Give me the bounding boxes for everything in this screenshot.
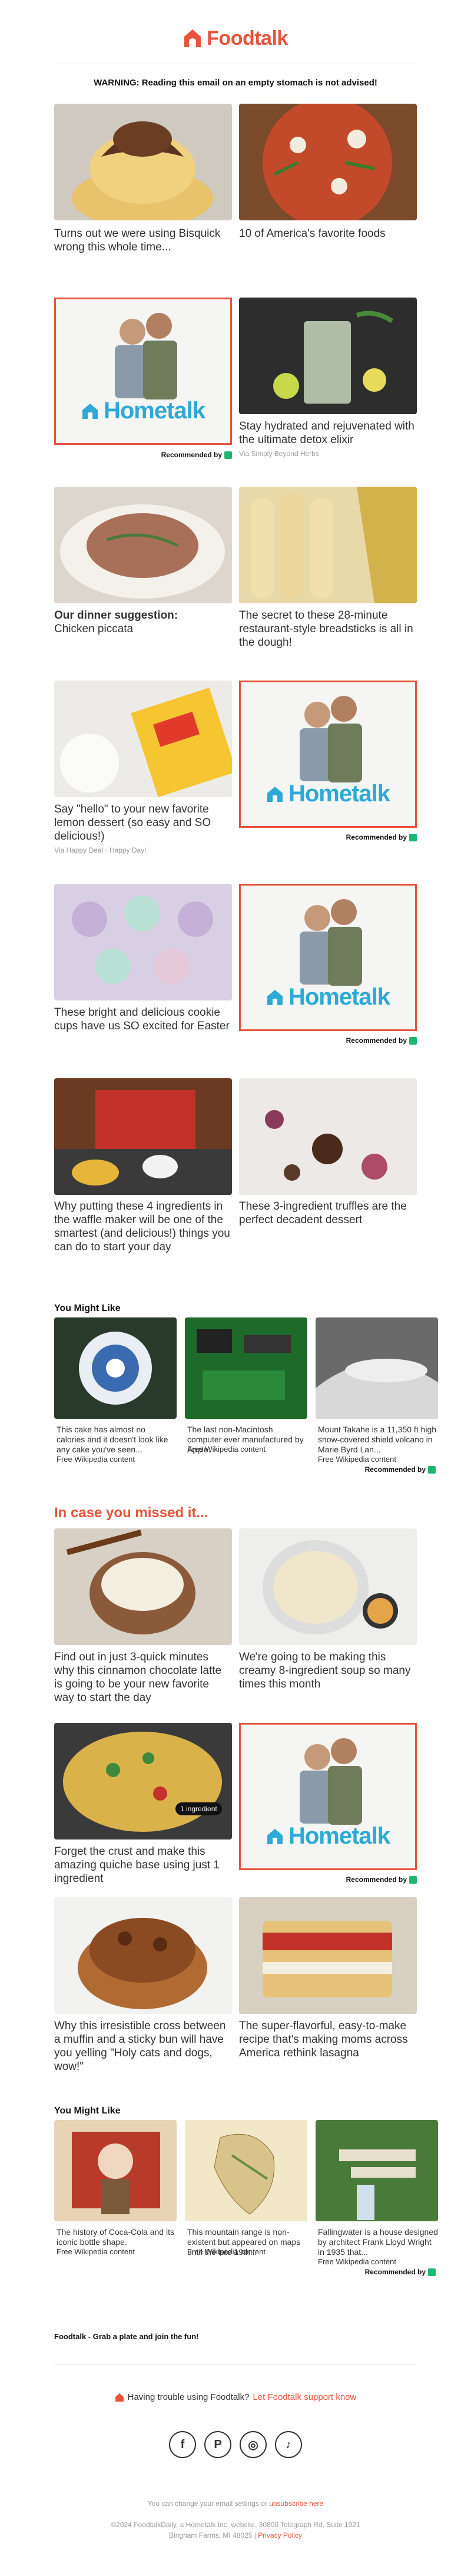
wiki-source: Free Wikipedia content [187, 2247, 266, 2256]
chicken-piccata-image[interactable] [54, 487, 232, 603]
revcontent-icon [409, 1036, 417, 1045]
unsubscribe-link[interactable]: unsubscribe here [269, 2499, 323, 2508]
card-caption[interactable]: Turns out we were using Bisquick wrong t… [54, 227, 231, 254]
hometalk-ad[interactable]: Hometalk [239, 884, 417, 1031]
privacy-link[interactable]: Privacy Policy [258, 2531, 302, 2539]
breadsticks-image[interactable] [239, 487, 417, 603]
warning-text: WARNING: Reading this email on an empty … [94, 78, 377, 88]
instagram-icon[interactable]: ◎ [240, 2431, 267, 2458]
hometalk-logo: Hometalk [241, 781, 415, 807]
waffle-ingredients-image[interactable] [54, 1078, 232, 1195]
house-icon [267, 786, 283, 802]
foodtalk-small-icon [115, 2393, 124, 2402]
muffin-bun-image[interactable] [54, 1897, 232, 2014]
latte-image[interactable] [54, 1528, 232, 1645]
hometalk-logo: Hometalk [241, 984, 415, 1010]
foodtalk-logo[interactable]: Foodtalk [0, 24, 471, 53]
card-caption[interactable]: We're going to be making this creamy 8-i… [239, 1650, 416, 1691]
recommended-by[interactable]: Recommended by [239, 833, 417, 841]
facebook-icon[interactable]: f [169, 2431, 196, 2458]
card-caption[interactable]: 10 of America's favorite foods [239, 227, 416, 240]
pizza-image[interactable] [239, 104, 417, 220]
soup-image[interactable] [239, 1528, 417, 1645]
house-icon [267, 1828, 283, 1844]
house-icon [267, 989, 283, 1005]
ingredient-badge: 1 ingredient [175, 1802, 222, 1815]
legal-line-2: Bingham Farms, MI 48025 | Privacy Policy [169, 2531, 302, 2539]
wiki-map-image[interactable] [185, 2120, 307, 2221]
wiki-source: Free Wikipedia content [318, 2257, 396, 2266]
card-caption[interactable]: The super-flavorful, easy-to-make recipe… [239, 2019, 416, 2060]
wiki-source: Free Wikipedia content [57, 1455, 135, 1464]
source-label: Via Happy Deal - Happy Day! [54, 846, 147, 854]
tagline: Foodtalk - Grab a plate and join the fun… [54, 2332, 199, 2341]
recommended-by[interactable]: Recommended by [54, 451, 232, 459]
bisquick-image[interactable] [54, 104, 232, 220]
legal-line: ©2024 FoodtalkDaily, a Hometalk Inc. web… [111, 2521, 360, 2529]
wiki-fallingwater-image[interactable] [316, 2120, 438, 2221]
wiki-coca-cola-image[interactable] [54, 2120, 177, 2221]
truffles-image[interactable] [239, 1078, 417, 1195]
wiki-computer-image[interactable] [185, 1317, 307, 1419]
house-logo-icon [184, 29, 201, 47]
revcontent-icon [409, 833, 417, 841]
detox-drink-image[interactable] [239, 298, 417, 414]
house-icon [82, 403, 98, 419]
brand-name: Foodtalk [207, 27, 288, 49]
recommended-by[interactable]: Recommended by [318, 2268, 436, 2276]
revcontent-icon [409, 1875, 417, 1884]
wiki-caption[interactable]: The history of Coca-Cola and its iconic … [57, 2227, 174, 2247]
hometalk-ad[interactable]: Hometalk [239, 681, 417, 828]
card-caption[interactable]: Why this irresistible cross between a mu… [54, 2019, 231, 2073]
support-link[interactable]: Let Foodtalk support know [253, 2392, 356, 2402]
wiki-source: Free Wikipedia content [187, 1445, 266, 1454]
card-caption[interactable]: The secret to these 28-minute restaurant… [239, 609, 416, 649]
social-links: f P ◎ ♪ [0, 2431, 471, 2458]
wiki-volcano-image[interactable] [316, 1317, 438, 1419]
card-caption[interactable]: Forget the crust and make this amazing q… [54, 1845, 231, 1885]
wiki-source: Free Wikipedia content [57, 2247, 135, 2256]
card-caption[interactable]: These 3-ingredient truffles are the perf… [239, 1200, 416, 1227]
hometalk-logo: Hometalk [56, 398, 230, 424]
card-caption[interactable]: Why putting these 4 ingredients in the w… [54, 1200, 231, 1254]
lemon-dessert-image[interactable] [54, 681, 232, 797]
wiki-source: Free Wikipedia content [318, 1455, 396, 1464]
recommended-by[interactable]: Recommended by [318, 1465, 436, 1474]
recommended-by[interactable]: Recommended by [239, 1875, 417, 1884]
hometalk-ad[interactable]: Hometalk [239, 1723, 417, 1870]
recommended-by[interactable]: Recommended by [239, 1036, 417, 1045]
revcontent-icon [428, 1465, 436, 1474]
cookie-cups-image[interactable] [54, 884, 232, 1000]
wiki-caption[interactable]: Mount Takahe is a 11,350 ft high snow-co… [318, 1425, 439, 1455]
wiki-caption[interactable]: Fallingwater is a house designed by arch… [318, 2227, 439, 2257]
quiche-image[interactable]: 1 ingredient [54, 1723, 232, 1839]
revcontent-icon [224, 451, 232, 459]
wiki-caption[interactable]: This cake has almost no calories and it … [57, 1425, 174, 1455]
hometalk-ad[interactable]: Hometalk [54, 298, 232, 445]
card-caption[interactable]: Say "hello" to your new favorite lemon d… [54, 802, 231, 843]
card-caption[interactable]: Find out in just 3-quick minutes why thi… [54, 1650, 231, 1705]
revcontent-icon [428, 2268, 436, 2276]
pinterest-icon[interactable]: P [204, 2431, 231, 2458]
email-page: Foodtalk WARNING: Reading this email on … [0, 0, 471, 2576]
you-might-like-heading: You Might Like [54, 2106, 121, 2116]
card-caption[interactable]: Our dinner suggestion: Chicken piccata [54, 609, 231, 636]
in-case-heading: In case you missed it... [54, 1505, 208, 1521]
wiki-cake-image[interactable] [54, 1317, 177, 1419]
source-label: Via Simply Beyond Herbs [239, 450, 319, 458]
you-might-like-heading: You Might Like [54, 1303, 121, 1313]
lasagna-image[interactable] [239, 1897, 417, 2014]
card-caption[interactable]: Stay hydrated and rejuvenated with the u… [239, 420, 416, 447]
card-caption[interactable]: These bright and delicious cookie cups h… [54, 1006, 231, 1033]
support-line: Having trouble using Foodtalk? Let Foodt… [0, 2392, 471, 2402]
hometalk-logo: Hometalk [241, 1823, 415, 1850]
tiktok-icon[interactable]: ♪ [275, 2431, 302, 2458]
settings-line: You can change your email settings or un… [147, 2499, 324, 2508]
